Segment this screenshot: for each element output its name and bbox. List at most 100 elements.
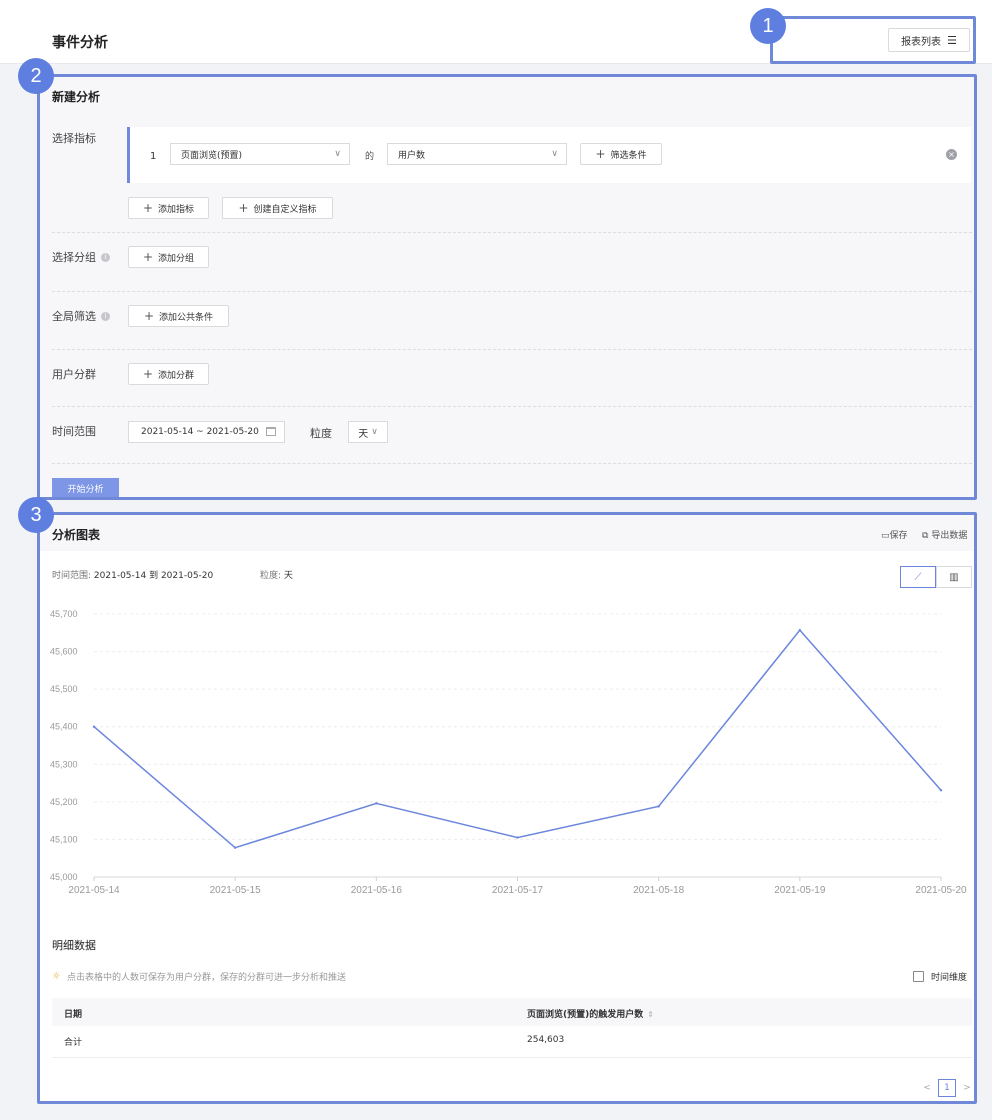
- divider: [52, 291, 972, 292]
- lightbulb-icon: ☼: [52, 971, 61, 982]
- export-label: 导出数据: [931, 531, 968, 541]
- plus-icon: +: [142, 250, 154, 264]
- series-line: [93, 628, 942, 849]
- save-button[interactable]: ▭保存: [881, 528, 908, 541]
- data-point: [92, 725, 96, 728]
- data-point: [233, 846, 237, 849]
- plus-icon: +: [142, 201, 154, 215]
- x-tick-label: 2021-05-14: [68, 885, 120, 896]
- divider: [52, 406, 972, 407]
- date-range-value: 2021-05-14 ~ 2021-05-20: [141, 427, 259, 437]
- chart-series: [92, 628, 943, 849]
- add-group-button[interactable]: + 添加分组: [128, 246, 209, 268]
- metric-row: 1 页面浏览(预置) ∨ 的 用户数 ∨ + 筛选条件: [127, 127, 971, 183]
- event-select[interactable]: 页面浏览(预置) ∨: [170, 143, 350, 165]
- info-icon: i: [101, 311, 110, 321]
- prev-page-button[interactable]: <: [922, 1079, 932, 1097]
- y-axis-ticks: 45,000 45,100 45,200 45,300 45,400 45,500 45,6…: [50, 609, 78, 882]
- tip-text-content: 点击表格中的人数可保存为用户分群，保存的分群可进一步分析和推送: [66, 973, 346, 983]
- chevron-down-icon: ∨: [371, 427, 378, 437]
- x-tick-label: 2021-05-19: [774, 885, 826, 896]
- add-segment-label: 添加分群: [158, 370, 195, 381]
- time-dimension-checkbox[interactable]: [913, 971, 924, 982]
- time-range-key: 时间范围:: [52, 571, 92, 581]
- plus-icon: +: [142, 367, 154, 381]
- time-range-value: 2021-05-14 到 2021-05-20: [93, 571, 214, 581]
- granularity-select[interactable]: 天 ∨: [348, 421, 388, 443]
- filter-condition-button[interactable]: + 筛选条件: [580, 143, 662, 165]
- measure-select[interactable]: 用户数 ∨: [387, 143, 567, 165]
- report-list-button[interactable]: 报表列表 ☰: [888, 28, 970, 52]
- x-tick-label: 2021-05-20: [915, 885, 967, 896]
- date-range-picker[interactable]: 2021-05-14 ~ 2021-05-20: [128, 421, 285, 443]
- data-point: [516, 836, 519, 839]
- analysis-chart-title: 分析图表: [52, 528, 101, 542]
- plus-icon: +: [595, 147, 606, 161]
- x-axis-ticks: 2021-05-14 2021-05-15 2021-05-16 2021-05-17…: [68, 877, 967, 896]
- of-text: 的: [365, 152, 375, 162]
- add-segment-button[interactable]: + 添加分群: [128, 363, 209, 385]
- current-page[interactable]: 1: [938, 1079, 956, 1097]
- divider: [52, 463, 972, 464]
- table-row-divider: [52, 1057, 972, 1058]
- event-select-value: 页面浏览(预置): [181, 150, 243, 161]
- create-custom-metric-label: 创建自定义指标: [253, 204, 317, 215]
- page-title: 事件分析: [52, 35, 108, 51]
- line-chart-toggle[interactable]: ⟋: [900, 566, 936, 588]
- start-analysis-button[interactable]: 开始分析: [52, 478, 119, 499]
- save-label: 保存: [889, 531, 908, 541]
- create-custom-metric-button[interactable]: + 创建自定义指标: [222, 197, 333, 219]
- column-header-date: 日期: [64, 1010, 83, 1020]
- export-icon: ⧉: [922, 531, 929, 541]
- time-range-meta: 时间范围: 2021-05-14 到 2021-05-20: [52, 568, 213, 581]
- time-range-label: 时间范围: [52, 425, 96, 438]
- x-tick-label: 2021-05-17: [492, 885, 544, 896]
- export-data-button[interactable]: ⧉ 导出数据: [922, 528, 967, 541]
- column-header-users[interactable]: 页面浏览(预置)的触发用户数 ⇕: [527, 1007, 654, 1020]
- plus-icon: +: [238, 201, 249, 215]
- calendar-icon: [266, 427, 276, 436]
- divider: [52, 232, 972, 233]
- bar-chart-toggle[interactable]: ▥: [936, 566, 972, 588]
- x-tick-label: 2021-05-15: [210, 885, 262, 896]
- time-dimension-label: 时间维度: [931, 973, 968, 983]
- sort-icon[interactable]: ⇕: [647, 1010, 654, 1019]
- tip-text: ☼ 点击表格中的人数可保存为用户分群，保存的分群可进一步分析和推送: [52, 970, 346, 983]
- granularity-value: 天: [358, 428, 369, 440]
- close-icon[interactable]: ×: [946, 149, 957, 160]
- divider: [52, 349, 972, 350]
- next-page-button[interactable]: >: [962, 1079, 972, 1097]
- data-point: [939, 789, 943, 792]
- list-icon: ☰: [947, 33, 957, 47]
- y-tick-label: 45,500: [50, 684, 78, 694]
- y-tick-label: 45,200: [50, 797, 78, 807]
- marker-3: 3: [18, 497, 54, 533]
- segment-label: 用户分群: [52, 368, 96, 381]
- measure-select-value: 用户数: [398, 150, 426, 161]
- granularity-key: 粒度:: [260, 571, 282, 581]
- granularity-meta: 粒度: 天: [260, 568, 293, 581]
- top-bar: [0, 0, 992, 64]
- report-list-label: 报表列表: [901, 36, 942, 48]
- line-chart-icon: ⟋: [914, 571, 922, 583]
- marker-2: 2: [18, 58, 54, 94]
- new-analysis-title: 新建分析: [52, 90, 101, 104]
- y-tick-label: 45,700: [50, 609, 78, 619]
- save-icon: ▭: [881, 531, 890, 541]
- y-tick-label: 45,300: [50, 759, 78, 769]
- global-filter-label: 全局筛选 i: [52, 308, 110, 324]
- plus-icon: +: [143, 309, 155, 323]
- granularity-label: 粒度: [310, 427, 332, 440]
- info-icon: i: [101, 252, 110, 262]
- y-tick-label: 45,100: [50, 834, 78, 844]
- chevron-down-icon: ∨: [334, 149, 341, 159]
- analysis-chart-header: [40, 515, 976, 551]
- table-cell-users[interactable]: 254,603: [527, 1035, 564, 1045]
- add-common-condition-button[interactable]: + 添加公共条件: [128, 305, 229, 327]
- data-point: [657, 805, 660, 808]
- bar-chart-icon: ▥: [949, 571, 959, 583]
- chevron-down-icon: ∨: [551, 149, 558, 159]
- add-metric-button[interactable]: + 添加指标: [128, 197, 209, 219]
- filter-condition-label: 筛选条件: [610, 150, 647, 161]
- data-point: [798, 628, 802, 632]
